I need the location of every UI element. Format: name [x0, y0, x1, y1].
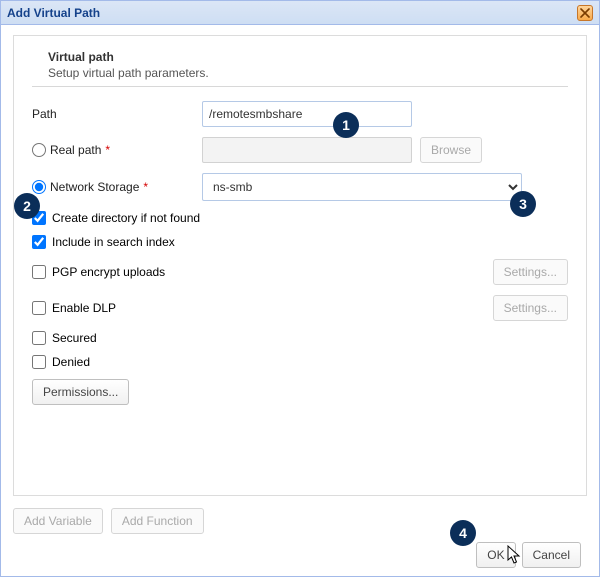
dlp-label: Enable DLP: [52, 301, 116, 315]
pgp-label: PGP encrypt uploads: [52, 265, 165, 279]
row-dlp: Enable DLP Settings...: [32, 295, 568, 321]
row-network-storage: Network Storage * ns-smb: [32, 173, 568, 201]
cancel-button[interactable]: Cancel: [522, 542, 581, 568]
row-path: Path: [32, 101, 568, 127]
add-function-button: Add Function: [111, 508, 204, 534]
network-storage-radio[interactable]: [32, 180, 46, 194]
row-pgp: PGP encrypt uploads Settings...: [32, 259, 568, 285]
dialog-title: Add Virtual Path: [7, 6, 100, 20]
required-asterisk: *: [105, 143, 110, 157]
path-input[interactable]: [202, 101, 412, 127]
denied-checkbox[interactable]: [32, 355, 46, 369]
pgp-checkbox[interactable]: [32, 265, 46, 279]
row-denied: Denied: [32, 355, 568, 369]
dlp-checkbox[interactable]: [32, 301, 46, 315]
dialog-add-virtual-path: Add Virtual Path Virtual path Setup virt…: [0, 0, 600, 577]
close-icon[interactable]: [577, 5, 593, 21]
row-real-path: Real path * Browse: [32, 137, 568, 163]
bottom-utility-row: Add Variable Add Function: [13, 508, 587, 534]
dialog-body: Virtual path Setup virtual path paramete…: [1, 25, 599, 576]
section-subtitle: Setup virtual path parameters.: [48, 66, 568, 80]
secured-checkbox[interactable]: [32, 331, 46, 345]
form-panel: Virtual path Setup virtual path paramete…: [13, 35, 587, 496]
permissions-button[interactable]: Permissions...: [32, 379, 129, 405]
pgp-settings-button: Settings...: [493, 259, 568, 285]
browse-button: Browse: [420, 137, 482, 163]
real-path-radio[interactable]: [32, 143, 46, 157]
real-path-label: Real path: [50, 143, 101, 157]
include-index-checkbox[interactable]: [32, 235, 46, 249]
network-storage-select[interactable]: ns-smb: [202, 173, 522, 201]
path-label: Path: [32, 107, 202, 121]
row-include-index: Include in search index: [32, 235, 568, 249]
network-storage-label: Network Storage: [50, 180, 139, 194]
titlebar: Add Virtual Path: [1, 1, 599, 25]
create-dir-checkbox[interactable]: [32, 211, 46, 225]
ok-button[interactable]: OK: [476, 542, 515, 568]
secured-label: Secured: [52, 331, 97, 345]
divider: [32, 86, 568, 87]
denied-label: Denied: [52, 355, 90, 369]
dialog-footer: OK Cancel: [13, 542, 587, 568]
required-asterisk: *: [143, 180, 148, 194]
dlp-settings-button: Settings...: [493, 295, 568, 321]
add-variable-button: Add Variable: [13, 508, 103, 534]
section-title: Virtual path: [48, 50, 568, 64]
create-dir-label: Create directory if not found: [52, 211, 200, 225]
real-path-input: [202, 137, 412, 163]
include-index-label: Include in search index: [52, 235, 175, 249]
row-create-dir: Create directory if not found: [32, 211, 568, 225]
row-secured: Secured: [32, 331, 568, 345]
